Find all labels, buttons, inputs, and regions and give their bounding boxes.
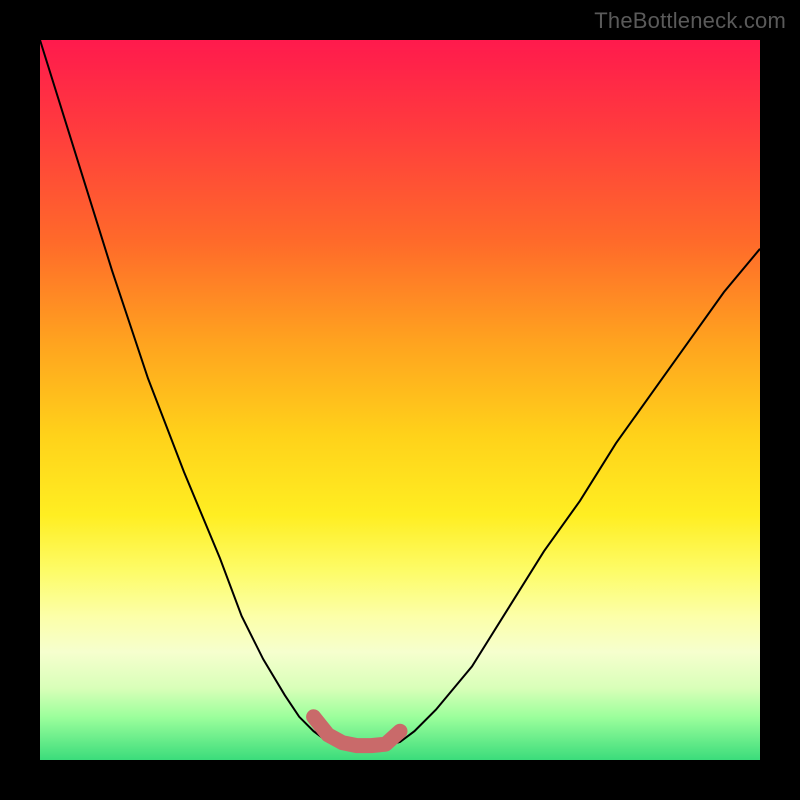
trough-marker — [314, 717, 400, 746]
right-curve-line — [386, 249, 760, 746]
chart-svg — [40, 40, 760, 760]
attribution-text: TheBottleneck.com — [594, 8, 786, 34]
left-curve-line — [40, 40, 342, 746]
chart-frame: TheBottleneck.com — [0, 0, 800, 800]
